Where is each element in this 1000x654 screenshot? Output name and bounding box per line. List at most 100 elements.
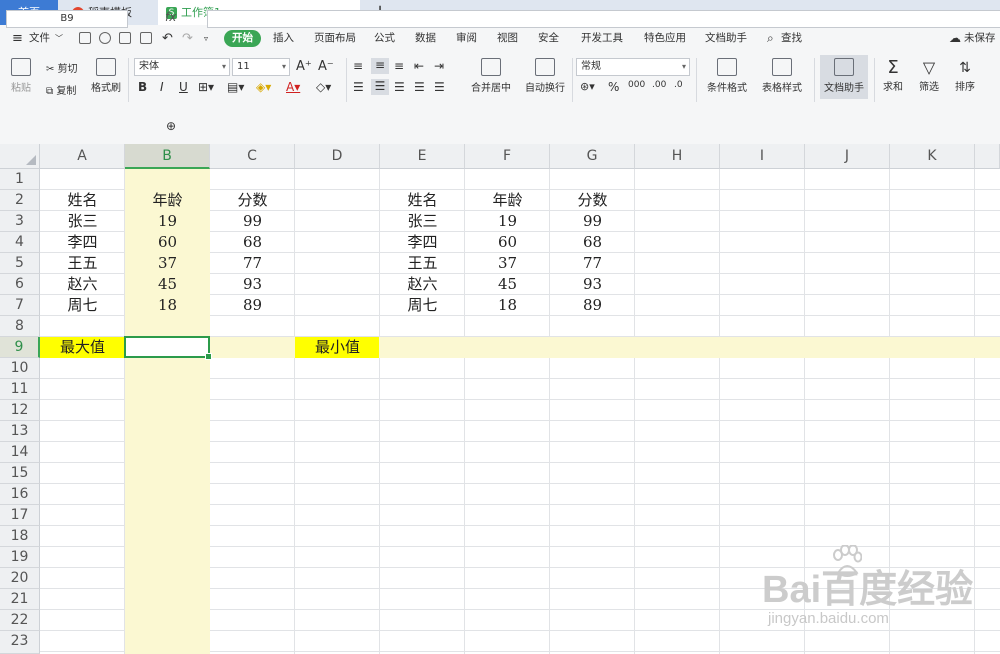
underline-icon[interactable]: U — [179, 80, 188, 94]
cell-e6[interactable]: 赵六 — [380, 274, 465, 295]
indent-increase-icon[interactable]: ⇥ — [434, 59, 444, 73]
row-header-6[interactable]: 6 — [0, 274, 40, 295]
row-header-22[interactable]: 22 — [0, 610, 40, 631]
row-header-23[interactable]: 23 — [0, 631, 40, 654]
print-icon[interactable] — [119, 32, 131, 44]
column-header-e[interactable]: E — [380, 144, 465, 169]
table-style-button[interactable]: 表格样式 — [757, 58, 807, 94]
row-header-5[interactable]: 5 — [0, 253, 40, 274]
decrease-decimal-icon[interactable]: .0 — [674, 80, 683, 90]
cell-f7[interactable]: 18 — [465, 295, 550, 316]
cell-g3[interactable]: 99 — [550, 211, 635, 232]
row-header-20[interactable]: 20 — [0, 568, 40, 589]
merge-center-button[interactable]: 合并居中 — [466, 58, 516, 94]
column-header-h[interactable]: H — [635, 144, 720, 169]
cell-e4[interactable]: 李四 — [380, 232, 465, 253]
row-header-8[interactable]: 8 — [0, 316, 40, 337]
menu-file[interactable]: 文件 — [29, 25, 50, 52]
row-header-11[interactable]: 11 — [0, 379, 40, 400]
cell-f2[interactable]: 年龄 — [465, 190, 550, 211]
bold-icon[interactable]: B — [138, 80, 147, 94]
name-box[interactable]: B9 — [6, 10, 128, 28]
row-header-2[interactable]: 2 — [0, 190, 40, 211]
align-left-icon[interactable]: ☰ — [353, 80, 364, 94]
cell-e7[interactable]: 周七 — [380, 295, 465, 316]
menu-data[interactable]: 数据 — [415, 25, 436, 52]
cell-c5[interactable]: 77 — [210, 253, 295, 274]
cell-d9-min-label[interactable]: 最小值 — [295, 337, 380, 358]
menu-developer[interactable]: 开发工具 — [581, 25, 623, 52]
decrease-font-icon[interactable]: A⁻ — [318, 59, 334, 74]
row-header-21[interactable]: 21 — [0, 589, 40, 610]
align-top-icon[interactable]: ≡ — [353, 59, 363, 73]
column-header-d[interactable]: D — [295, 144, 380, 169]
font-size-select[interactable]: 11 ▾ — [232, 58, 290, 76]
cell-g6[interactable]: 93 — [550, 274, 635, 295]
row-header-19[interactable]: 19 — [0, 547, 40, 568]
cell-b7[interactable]: 18 — [125, 295, 210, 316]
filter-button[interactable]: ▽ 筛选 — [914, 58, 944, 93]
cell-a3[interactable]: 张三 — [40, 211, 125, 232]
align-middle-icon[interactable]: ≡ — [371, 58, 389, 74]
menu-start[interactable]: 开始 — [224, 30, 261, 47]
cell-b6[interactable]: 45 — [125, 274, 210, 295]
menu-security[interactable]: 安全 — [538, 25, 559, 52]
menu-doc-assistant[interactable]: 文档助手 — [705, 25, 747, 52]
thousands-icon[interactable]: 000 — [628, 80, 645, 90]
indent-decrease-icon[interactable]: ⇤ — [414, 59, 424, 73]
menu-formulas[interactable]: 公式 — [374, 25, 395, 52]
row-header-16[interactable]: 16 — [0, 484, 40, 505]
menu-search[interactable]: 查找 — [781, 25, 802, 52]
cell-e3[interactable]: 张三 — [380, 211, 465, 232]
justify-icon[interactable]: ☰ — [414, 80, 425, 94]
undo-icon[interactable]: ↶ — [162, 25, 173, 52]
column-header-a[interactable]: A — [40, 144, 125, 169]
sort-button[interactable]: ⇅ 排序 — [950, 58, 980, 93]
cell-fill-pattern-icon[interactable]: ▤▾ — [227, 80, 244, 94]
cell-b5[interactable]: 37 — [125, 253, 210, 274]
search-icon[interactable]: ⌕ — [767, 25, 774, 52]
row-header-13[interactable]: 13 — [0, 421, 40, 442]
cell-a7[interactable]: 周七 — [40, 295, 125, 316]
align-center-icon[interactable]: ☰ — [371, 79, 389, 95]
cell-c2[interactable]: 分数 — [210, 190, 295, 211]
cell-e5[interactable]: 王五 — [380, 253, 465, 274]
row-header-7[interactable]: 7 — [0, 295, 40, 316]
row-header-15[interactable]: 15 — [0, 463, 40, 484]
row-header-10[interactable]: 10 — [0, 358, 40, 379]
align-right-icon[interactable]: ☰ — [394, 80, 405, 94]
number-format-select[interactable]: 常规 ▾ — [576, 58, 690, 76]
cell-a5[interactable]: 王五 — [40, 253, 125, 274]
cell-a2[interactable]: 姓名 — [40, 190, 125, 211]
italic-icon[interactable]: I — [160, 80, 164, 94]
cell-c7[interactable]: 89 — [210, 295, 295, 316]
unsaved-status[interactable]: 未保存 — [964, 25, 996, 52]
conditional-format-button[interactable]: 条件格式 — [702, 58, 752, 94]
row-header-3[interactable]: 3 — [0, 211, 40, 232]
redo-icon[interactable]: ↷ — [182, 25, 193, 52]
quick-access-more-icon[interactable]: ▿ — [204, 25, 208, 52]
cell-a9-max-label[interactable]: 最大值 — [40, 337, 125, 358]
column-header-c[interactable]: C — [210, 144, 295, 169]
fill-handle[interactable] — [205, 353, 212, 360]
cell-g4[interactable]: 68 — [550, 232, 635, 253]
cell-g2[interactable]: 分数 — [550, 190, 635, 211]
cut-button[interactable]: ✂ 剪切 — [46, 60, 78, 75]
paste-button[interactable]: 粘贴 — [8, 58, 34, 94]
wrap-text-button[interactable]: 自动换行 — [522, 58, 568, 94]
row-header-17[interactable]: 17 — [0, 505, 40, 526]
cell-f5[interactable]: 37 — [465, 253, 550, 274]
chevron-down-icon[interactable]: ﹀ — [55, 25, 63, 52]
cell-a6[interactable]: 赵六 — [40, 274, 125, 295]
active-cell-b9[interactable] — [124, 336, 212, 360]
distributed-icon[interactable]: ☰ — [434, 80, 445, 94]
zoom-icon[interactable]: ⊕ — [166, 119, 176, 133]
menu-insert[interactable]: 插入 — [273, 25, 294, 52]
cell-b4[interactable]: 60 — [125, 232, 210, 253]
save-icon[interactable] — [79, 32, 91, 44]
cell-c4[interactable]: 68 — [210, 232, 295, 253]
row-header-9[interactable]: 9 — [0, 337, 40, 358]
border-icon[interactable]: ⊞▾ — [198, 80, 214, 94]
column-header-g[interactable]: G — [550, 144, 635, 169]
sum-button[interactable]: Σ 求和 — [878, 58, 908, 94]
